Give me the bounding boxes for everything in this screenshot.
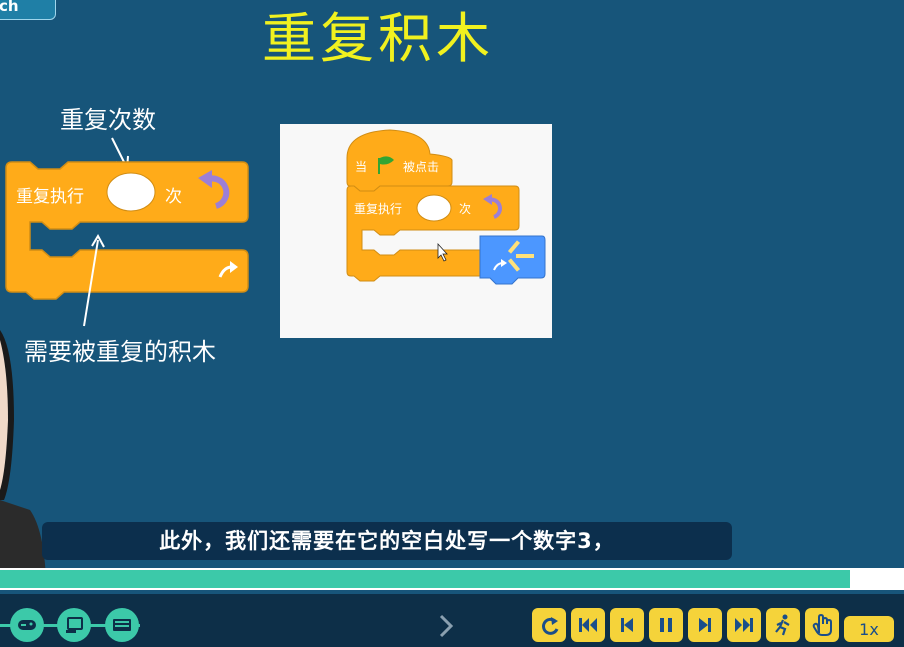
big-repeat-label: 重复执行: [16, 187, 84, 207]
run-button[interactable]: [766, 608, 800, 642]
count-input-oval[interactable]: [106, 172, 156, 212]
top-tag: ch: [0, 0, 56, 20]
big-repeat-block: [5, 137, 249, 327]
skip-end-button[interactable]: [727, 608, 761, 642]
subtitle-bar: 此外，我们还需要在它的空白处写一个数字3，: [42, 522, 732, 560]
pause-icon: [660, 618, 672, 632]
panel-times-label: 次: [459, 202, 472, 216]
speed-button[interactable]: 1x: [844, 616, 894, 642]
keyboard-icon: [113, 619, 131, 631]
big-times-label: 次: [165, 187, 182, 207]
panel-repeat-label: 重复执行: [354, 202, 403, 216]
presenter-avatar: [0, 330, 46, 580]
chevron-right-icon: [439, 614, 454, 638]
prev-icon: [621, 618, 633, 632]
next-icon: [699, 618, 711, 632]
subtitle-text: 此外，我们还需要在它的空白处写一个数字3，: [159, 529, 615, 553]
page-title: 重复积木: [262, 7, 494, 70]
keyboard-button[interactable]: [105, 608, 139, 642]
prev-button[interactable]: [610, 608, 644, 642]
motion-block[interactable]: [479, 235, 546, 285]
expand-button[interactable]: [436, 612, 456, 640]
pause-button[interactable]: [649, 608, 683, 642]
screen-button[interactable]: [57, 608, 91, 642]
skip-end-icon: [735, 618, 753, 632]
skip-start-icon: [579, 618, 597, 632]
gamepad-icon: [18, 620, 36, 630]
hand-icon: [812, 613, 832, 636]
replay-icon: [542, 617, 559, 635]
run-icon: [775, 614, 790, 636]
progress-fill: [0, 570, 850, 588]
replay-button[interactable]: [532, 608, 566, 642]
next-button[interactable]: [688, 608, 722, 642]
hat-label-left: 当: [355, 160, 368, 174]
monitor-pointer-icon: [66, 617, 83, 633]
repeat-count-oval[interactable]: [416, 194, 452, 222]
gamepad-button[interactable]: [10, 608, 44, 642]
hat-label-right: 被点击: [403, 160, 440, 174]
skip-start-button[interactable]: [571, 608, 605, 642]
hand-button[interactable]: [805, 608, 839, 642]
code-panel-blocks: [346, 129, 546, 285]
